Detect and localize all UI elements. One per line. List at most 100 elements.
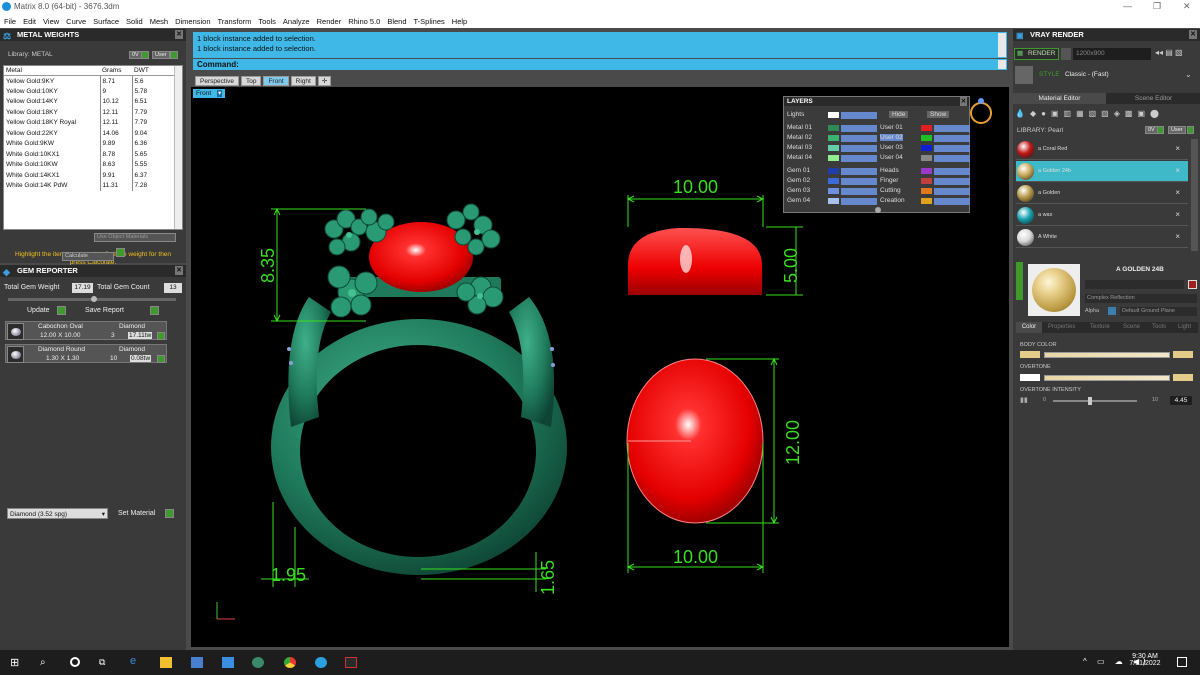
layer-name[interactable]: Metal 02 (787, 134, 812, 141)
layer-visibility-controls[interactable] (934, 135, 970, 142)
ring-icon[interactable] (970, 102, 992, 124)
layer-lights[interactable]: Lights (787, 111, 804, 118)
material-item[interactable]: A White × (1016, 227, 1188, 248)
gem-material-select[interactable]: Diamond (3.52 spg) ▾ (7, 508, 108, 519)
clock[interactable]: 9:30 AM 7/31/2022 (1128, 653, 1162, 667)
hide-button[interactable]: Hide (889, 111, 909, 118)
intensity-slider[interactable] (1053, 400, 1137, 402)
set-material-go-icon[interactable] (165, 509, 174, 518)
close-icon[interactable]: ✕ (175, 266, 183, 275)
layer-visibility-controls[interactable] (934, 168, 970, 175)
menu-item[interactable]: Rhino 5.0 (348, 17, 380, 26)
save-report-button[interactable]: Save Report (85, 307, 124, 314)
column-header[interactable]: Metal (4, 66, 100, 76)
tab-front[interactable]: Front (263, 76, 289, 86)
library-toggle-icon[interactable] (1157, 126, 1164, 134)
intensity-value[interactable]: 4.45 (1170, 396, 1192, 405)
layer-name[interactable]: Finger (880, 177, 898, 184)
remove-icon[interactable]: × (1175, 210, 1180, 219)
layer-visibility-controls[interactable] (841, 168, 877, 175)
add-tab-icon[interactable]: ✛ (317, 76, 332, 86)
stone-side-view[interactable] (628, 227, 762, 295)
layer-color-swatch[interactable] (921, 155, 932, 161)
render-button[interactable]: ▦ RENDER (1014, 48, 1059, 60)
calculate-go-icon[interactable] (116, 248, 126, 257)
maximize-icon[interactable]: ❐ (1153, 1, 1161, 12)
menu-item[interactable]: T-Splines (414, 17, 445, 26)
tab-top[interactable]: Top (240, 76, 262, 86)
material-item[interactable]: a wax × (1016, 205, 1188, 226)
material-item[interactable]: a Coral Red × (1016, 139, 1188, 160)
layer-color-swatch[interactable] (828, 188, 839, 194)
library-user-toggle-icon[interactable] (1187, 126, 1194, 134)
store-icon[interactable] (191, 657, 203, 668)
tab-right[interactable]: Right (290, 76, 316, 86)
library-user-button[interactable]: User (152, 51, 170, 59)
resolution-lock-icon[interactable] (1061, 48, 1071, 60)
refresh-icon[interactable] (1188, 280, 1197, 289)
set-material-button[interactable]: Set Material (118, 510, 155, 517)
style-thumbnail[interactable] (1015, 66, 1033, 84)
layer-name[interactable]: Heads (880, 167, 899, 174)
layer-visibility-controls[interactable] (841, 198, 877, 205)
material-list-scrollbar[interactable] (1191, 139, 1198, 251)
table-row[interactable]: White Gold:14K PdW 11.31 7.28 (4, 180, 180, 191)
rhino-icon[interactable] (252, 657, 264, 668)
table-row[interactable]: White Gold:9KW 9.89 6.36 (4, 138, 180, 149)
tab-material-editor[interactable]: Material Editor (1013, 93, 1106, 104)
resolution-field[interactable]: 1200x900 (1073, 48, 1151, 60)
layer-visibility-controls[interactable] (934, 188, 970, 195)
table-row[interactable]: White Gold:14KX1 9.91 6.37 (4, 170, 180, 181)
menu-item[interactable]: Solid (126, 17, 143, 26)
layer-name[interactable]: User 01 (880, 124, 903, 131)
edge-icon[interactable]: e (130, 655, 142, 667)
close-icon[interactable]: ✕ (960, 97, 967, 106)
layer-name[interactable]: Cutting (880, 187, 901, 194)
reflection-select[interactable]: Complex Reflection (1085, 294, 1197, 303)
windows-start-icon[interactable]: ⊞ (10, 656, 22, 669)
remove-icon[interactable]: × (1175, 232, 1180, 241)
layer-visibility-controls[interactable] (841, 125, 877, 132)
body-color-swatch[interactable] (1020, 351, 1040, 358)
layer-visibility-controls[interactable] (841, 155, 877, 162)
table-row[interactable]: White Gold:10KW 8.63 5.55 (4, 159, 180, 170)
stone-top-view[interactable] (626, 358, 764, 524)
command-history-scrollbar[interactable] (998, 33, 1006, 57)
library-user-toggle-icon[interactable] (170, 51, 178, 59)
menu-item[interactable]: Transform (218, 17, 252, 26)
tab-tools[interactable]: Tools (1152, 322, 1166, 333)
tab-scene-editor[interactable]: Scene Editor (1107, 93, 1200, 104)
layer-name[interactable]: User 02 (880, 134, 903, 141)
tab-properties[interactable]: Properties (1048, 322, 1075, 333)
gem-row[interactable]: Diamond Round 1.30 X 1.30 Diamond 10 0.0… (5, 344, 167, 363)
command-line[interactable]: Command: (193, 59, 1007, 70)
menu-item[interactable]: Edit (23, 17, 36, 26)
layer-color-swatch[interactable] (828, 135, 839, 141)
chevron-down-icon[interactable]: ⌄ (1185, 70, 1192, 79)
layer-name[interactable]: Metal 04 (787, 154, 812, 161)
layer-visibility-controls[interactable] (934, 155, 970, 162)
layer-name[interactable]: User 03 (880, 144, 903, 151)
layer-visibility-controls[interactable] (934, 125, 970, 132)
layer-name[interactable]: Metal 03 (787, 144, 812, 151)
layer-color-swatch[interactable] (921, 168, 932, 174)
layer-color-swatch[interactable] (828, 155, 839, 161)
layer-color-swatch[interactable] (828, 178, 839, 184)
close-icon[interactable]: ✕ (1189, 30, 1197, 39)
calculate-button[interactable]: Calculate (62, 252, 114, 261)
show-button[interactable]: Show (927, 111, 950, 118)
layer-color-swatch[interactable] (921, 188, 932, 194)
table-row[interactable]: Yellow Gold:10KY 9 5.78 (4, 86, 180, 97)
menu-item[interactable]: Render (317, 17, 342, 26)
minimize-icon[interactable]: — (1123, 1, 1132, 11)
layer-color-swatch[interactable] (828, 198, 839, 204)
layer-visibility-controls[interactable] (934, 198, 970, 205)
layer-color-swatch[interactable] (921, 135, 932, 141)
preview-collapse-icon[interactable] (1016, 262, 1023, 300)
layer-visibility-controls[interactable] (841, 178, 877, 185)
tab-light[interactable]: Light (1178, 322, 1191, 333)
style-value[interactable]: Classic - (Fast) (1065, 71, 1109, 78)
layer-name[interactable]: Gem 04 (787, 197, 810, 204)
layer-name[interactable]: Gem 02 (787, 177, 810, 184)
viewport-label[interactable]: Front ▾ (193, 89, 226, 98)
